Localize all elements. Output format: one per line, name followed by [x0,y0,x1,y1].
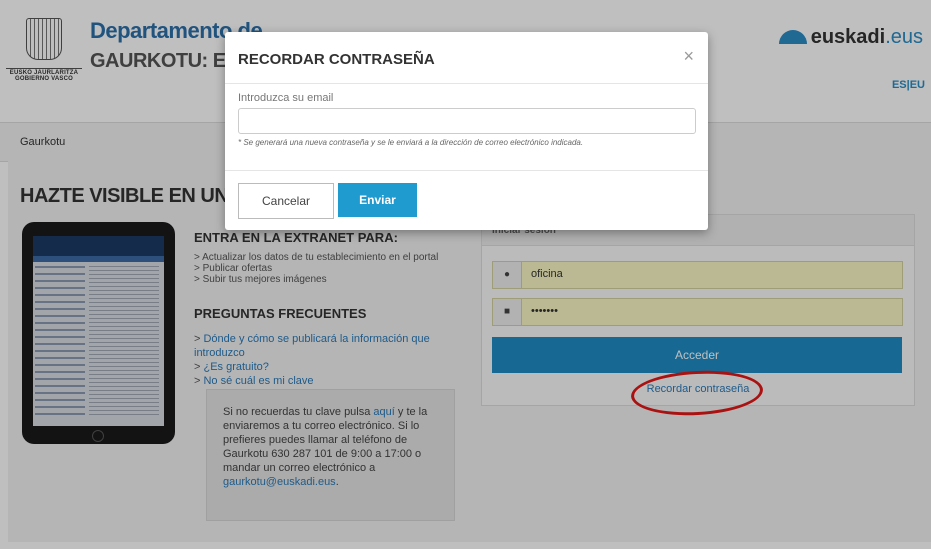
close-icon[interactable]: × [683,46,694,67]
email-input[interactable] [238,108,696,134]
cancel-button[interactable]: Cancelar [238,183,334,219]
recordar-contrasena-modal: RECORDAR CONTRASEÑA × Introduzca su emai… [225,32,708,230]
modal-title: RECORDAR CONTRASEÑA [238,51,435,68]
modal-divider [225,170,708,171]
page: EUSKO JAURLARITZA GOBIERNO VASCO Departa… [0,0,931,549]
email-label: Introduzca su email [238,92,334,104]
modal-divider [225,83,708,84]
email-hint: * Se generará una nueva contraseña y se … [238,138,584,147]
send-button[interactable]: Enviar [338,183,417,217]
